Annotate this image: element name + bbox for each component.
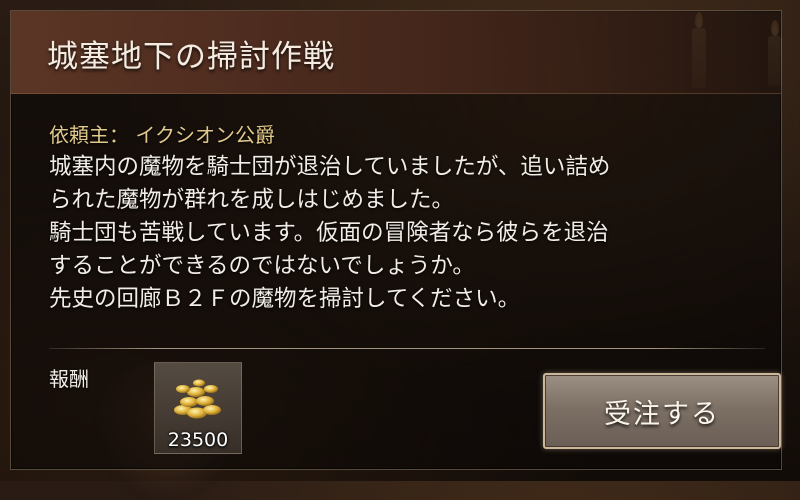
section-divider <box>49 348 765 349</box>
description-line: られた魔物が群れを成しはじめました。 <box>49 187 455 213</box>
quest-title: 城塞地下の掃討作戦 <box>47 39 335 75</box>
description-line: することができるのではないでしょうか。 <box>49 253 475 279</box>
reward-item-slot[interactable]: 23500 <box>154 362 242 454</box>
gold-coins-icon <box>174 379 221 419</box>
quest-description: 城塞内の魔物を騎士団が退治していましたが、追い詰め られた魔物が群れを成しはじめ… <box>49 151 769 316</box>
accept-quest-button[interactable]: 受注する <box>543 373 781 449</box>
quest-dialog: 城塞地下の掃討作戦 依頼主： イクシオン公爵 城塞内の魔物を騎士団が退治していま… <box>10 10 782 470</box>
description-line: 先史の回廊Ｂ２Ｆの魔物を掃討してください。 <box>49 286 521 312</box>
reward-label: 報酬 <box>49 367 89 391</box>
quest-client: 依頼主： イクシオン公爵 <box>49 123 275 147</box>
reward-amount: 23500 <box>167 429 229 451</box>
description-line: 騎士団も苦戦しています。仮面の冒険者なら彼らを退治 <box>49 220 609 246</box>
description-line: 城塞内の魔物を騎士団が退治していましたが、追い詰め <box>49 154 611 180</box>
quest-title-bar: 城塞地下の掃討作戦 <box>11 11 781 94</box>
